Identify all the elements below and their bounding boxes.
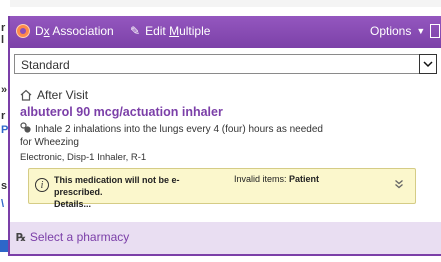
- sig-icon: [20, 122, 31, 136]
- warning-details-link[interactable]: Details...: [54, 199, 91, 209]
- dx-association-icon: [16, 24, 30, 38]
- chevron-down-icon[interactable]: [419, 54, 437, 74]
- edit-multiple-button[interactable]: ✎ Edit Multiple: [130, 24, 210, 38]
- medication-dispense: Electronic, Disp-1 Inhaler, R-1: [20, 152, 147, 163]
- background-app-strip: [0, 0, 441, 7]
- popup-footer: ℞ Select a pharmacy: [10, 222, 441, 254]
- order-mode-value: Standard: [21, 58, 70, 72]
- edit-multiple-label: Edit Multiple: [145, 24, 211, 38]
- dx-association-button[interactable]: Dx Association: [16, 24, 114, 38]
- pencil-icon: ✎: [130, 24, 141, 38]
- background-text: s: [1, 180, 8, 192]
- info-icon: i: [35, 178, 49, 192]
- select-pharmacy-label: Select a pharmacy: [29, 230, 130, 244]
- background-highlight: [0, 240, 8, 252]
- order-mode-select[interactable]: Standard: [14, 54, 437, 74]
- background-text: l: [1, 34, 5, 46]
- home-icon: [20, 89, 32, 101]
- caret-down-icon: ▼: [416, 26, 426, 36]
- medication-popup: Dx Association ✎ Edit Multiple Options ▼…: [8, 16, 441, 256]
- background-text: \: [1, 198, 5, 210]
- background-text: r: [1, 110, 6, 122]
- eprescribe-warning: i This medication will not be e-prescrib…: [28, 168, 416, 209]
- warning-message: This medication will not be e-prescribed…: [54, 175, 180, 209]
- section-header: After Visit: [20, 88, 88, 102]
- dx-association-label: Dx Association: [35, 24, 114, 38]
- popup-toolbar: Dx Association ✎ Edit Multiple Options ▼: [10, 16, 441, 48]
- rx-icon: ℞: [16, 231, 26, 244]
- medication-indication: for Wheezing: [20, 137, 79, 148]
- section-title: After Visit: [37, 88, 89, 102]
- invalid-items: Invalid items: Patient: [234, 174, 320, 184]
- background-text: r: [1, 22, 6, 34]
- options-menu-button[interactable]: Options ▼: [370, 24, 425, 38]
- background-text: »: [1, 84, 8, 96]
- medication-sig: Inhale 2 inhalations into the lungs ever…: [20, 122, 323, 136]
- medication-name-link[interactable]: albuterol 90 mcg/actuation inhaler: [20, 105, 223, 119]
- sig-text: Inhale 2 inhalations into the lungs ever…: [35, 123, 323, 135]
- window-toggle-icon[interactable]: [430, 24, 440, 38]
- select-pharmacy-link[interactable]: ℞ Select a pharmacy: [16, 230, 129, 244]
- expand-chevron-icon[interactable]: [394, 179, 404, 192]
- options-label: Options: [370, 24, 412, 38]
